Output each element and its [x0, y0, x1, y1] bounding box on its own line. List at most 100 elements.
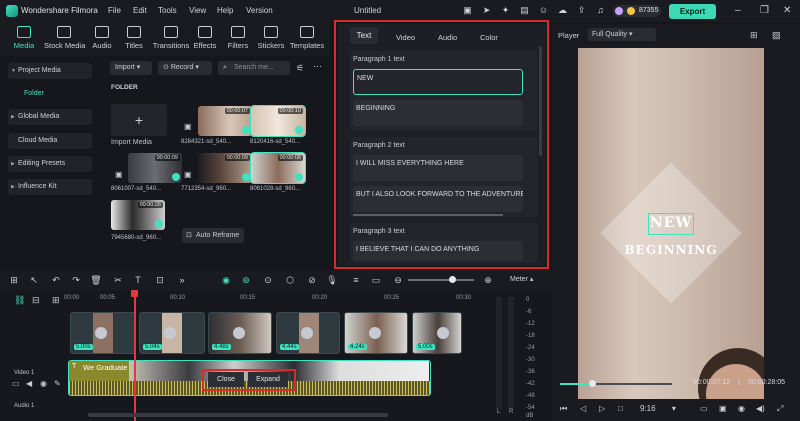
delete-icon[interactable]: 🗑 — [90, 274, 102, 286]
tab-effects[interactable]: Effects — [188, 26, 222, 50]
auto-reframe-button[interactable]: ⊡ Auto Reframe — [182, 228, 244, 243]
overlay-title-line-2[interactable]: BEGINNING — [578, 243, 764, 257]
credits-badge[interactable]: 87355 — [613, 5, 661, 17]
grid-icon[interactable]: ⊞ — [750, 30, 758, 41]
tab-audio[interactable]: Audio — [85, 26, 119, 50]
screen-icon[interactable]: ▣ — [719, 404, 727, 413]
menu-file[interactable]: File — [108, 6, 121, 15]
upload-icon[interactable]: ⇪ — [576, 5, 587, 16]
expand-button[interactable]: Expand — [248, 372, 288, 387]
undo-icon[interactable]: ↶ — [50, 274, 62, 286]
media-thumbnail[interactable]: 00:00:07 — [198, 106, 252, 136]
close-button[interactable]: Close — [208, 372, 244, 387]
import-dropdown[interactable]: Import ▾ — [110, 61, 152, 75]
track-lock-icon[interactable]: ✎ — [54, 379, 61, 388]
select-tool-icon[interactable]: ↖ — [28, 274, 40, 286]
tab-templates[interactable]: Templates — [288, 26, 326, 50]
image-icon[interactable]: ▨ — [772, 30, 781, 41]
timeline-clip[interactable]: 5.00s — [412, 312, 462, 354]
track-audio-icon[interactable]: ◀ — [26, 379, 32, 388]
tab-stickers[interactable]: Stickers — [254, 26, 288, 50]
gift-icon[interactable]: ▣ — [462, 5, 473, 16]
more-tools-icon[interactable]: » — [176, 274, 188, 286]
tab-media[interactable]: Media — [7, 26, 41, 50]
playhead[interactable] — [134, 291, 136, 421]
search-input[interactable]: ⌕ Search me... — [218, 61, 290, 75]
fullscreen-icon[interactable]: ⤢ — [777, 404, 783, 414]
track-settings-icon[interactable]: ⊟ — [32, 295, 40, 306]
send-icon[interactable]: ➤ — [481, 5, 492, 16]
overlay-title-line-1[interactable]: NEW — [578, 215, 764, 231]
text-tool-icon[interactable]: T — [132, 274, 144, 286]
lightbulb-icon[interactable]: ✦ — [500, 5, 511, 16]
crop-icon[interactable]: ⊡ — [154, 274, 166, 286]
timeline-clip[interactable]: 5.04s — [139, 312, 205, 354]
stop-icon[interactable]: □ — [618, 404, 623, 413]
volume-icon[interactable]: ◀) — [756, 404, 765, 413]
notification-icon[interactable]: ▤ — [519, 5, 530, 16]
record-dropdown[interactable]: ⊙ Record ▾ — [158, 61, 212, 75]
timeline-clip[interactable]: 4.48s — [208, 312, 272, 354]
support-icon[interactable]: ☺ — [538, 5, 549, 16]
tab-filters[interactable]: Filters — [221, 26, 255, 50]
import-media-button[interactable]: + — [111, 104, 167, 136]
menu-version[interactable]: Version — [246, 6, 273, 15]
media-thumbnail[interactable]: 00:00:09 — [128, 153, 182, 183]
menu-help[interactable]: Help — [217, 6, 233, 15]
previous-frame-icon[interactable]: ⏮ — [560, 404, 567, 414]
menu-tools[interactable]: Tools — [158, 6, 177, 15]
tab-titles[interactable]: Titles — [117, 26, 151, 50]
tab-transitions[interactable]: Transitions — [152, 26, 190, 50]
nav-folder[interactable]: Folder — [14, 86, 98, 102]
nav-project-media[interactable]: ▼ Project Media — [8, 63, 92, 79]
minimize-icon[interactable]: – — [735, 5, 741, 16]
layout-icon[interactable]: ⊞ — [8, 274, 20, 286]
headphones-icon[interactable]: ♫ — [595, 5, 606, 16]
export-button[interactable]: Export — [669, 4, 716, 19]
more-icon[interactable]: ⋯ — [313, 61, 322, 72]
meter-label[interactable]: Meter ▴ — [510, 275, 533, 283]
zoom-slider-handle[interactable] — [449, 276, 456, 283]
media-thumbnail[interactable]: 00:00:08 — [250, 152, 306, 184]
microphone-icon[interactable]: 🎙 — [326, 274, 338, 286]
nav-influence-kit[interactable]: ▶ Influence Kit — [8, 179, 92, 195]
add-track-icon[interactable]: ⊞ — [52, 295, 60, 306]
media-thumbnail[interactable]: 00:00:10 — [250, 105, 306, 137]
split-icon[interactable]: ✂ — [112, 274, 124, 286]
media-thumbnail[interactable]: 00:00:28 — [111, 200, 165, 230]
tab-stock-media[interactable]: Stock Media — [44, 26, 85, 50]
track-folder-icon[interactable]: ▭ — [12, 379, 20, 388]
shield-icon[interactable]: ⬡ — [284, 274, 296, 286]
menu-edit[interactable]: Edit — [133, 6, 147, 15]
mask-icon[interactable]: ⊘ — [306, 274, 318, 286]
snapshot-icon[interactable]: ◉ — [738, 404, 745, 413]
quality-dropdown[interactable]: Full Quality ▾ — [588, 28, 656, 41]
link-icon[interactable]: ⛓ — [14, 295, 25, 306]
step-back-icon[interactable]: ◁ — [580, 404, 586, 413]
track-visibility-icon[interactable]: ◉ — [40, 379, 47, 388]
seek-handle[interactable] — [589, 380, 596, 387]
timeline-clip[interactable]: 4.44s — [276, 312, 340, 354]
timeline-clip[interactable]: 5.00s — [70, 312, 136, 354]
aspect-ratio-dropdown[interactable]: 9:16 ▾ — [640, 404, 676, 413]
nav-global-media[interactable]: ▶ Global Media — [8, 109, 92, 125]
timeline-scrollbar[interactable] — [88, 413, 388, 417]
zoom-slider[interactable] — [408, 279, 474, 281]
nav-cloud-media[interactable]: Cloud Media — [8, 133, 92, 149]
video-preview[interactable]: NEW BEGINNING — [578, 48, 764, 399]
nav-editing-presets[interactable]: ▶ Editing Presets — [8, 156, 92, 172]
pip-icon[interactable]: ▭ — [370, 274, 382, 286]
close-icon[interactable]: ✕ — [783, 5, 791, 16]
render-icon[interactable]: ▭ — [700, 404, 708, 413]
render-icon[interactable]: ◉ — [220, 274, 232, 286]
media-thumbnail[interactable]: 00:00:09 — [198, 153, 252, 183]
play-icon[interactable]: ▷ — [599, 404, 605, 413]
marker-icon[interactable]: ⊙ — [262, 274, 274, 286]
menu-view[interactable]: View — [189, 6, 206, 15]
maximize-icon[interactable]: ❐ — [760, 5, 769, 16]
snap-icon[interactable]: ⊛ — [240, 274, 252, 286]
timeline-clip[interactable]: 4.24s — [344, 312, 408, 354]
cloud-icon[interactable]: ☁ — [557, 5, 568, 16]
zoom-in-icon[interactable]: ⊕ — [482, 274, 494, 286]
zoom-out-icon[interactable]: ⊖ — [392, 274, 404, 286]
